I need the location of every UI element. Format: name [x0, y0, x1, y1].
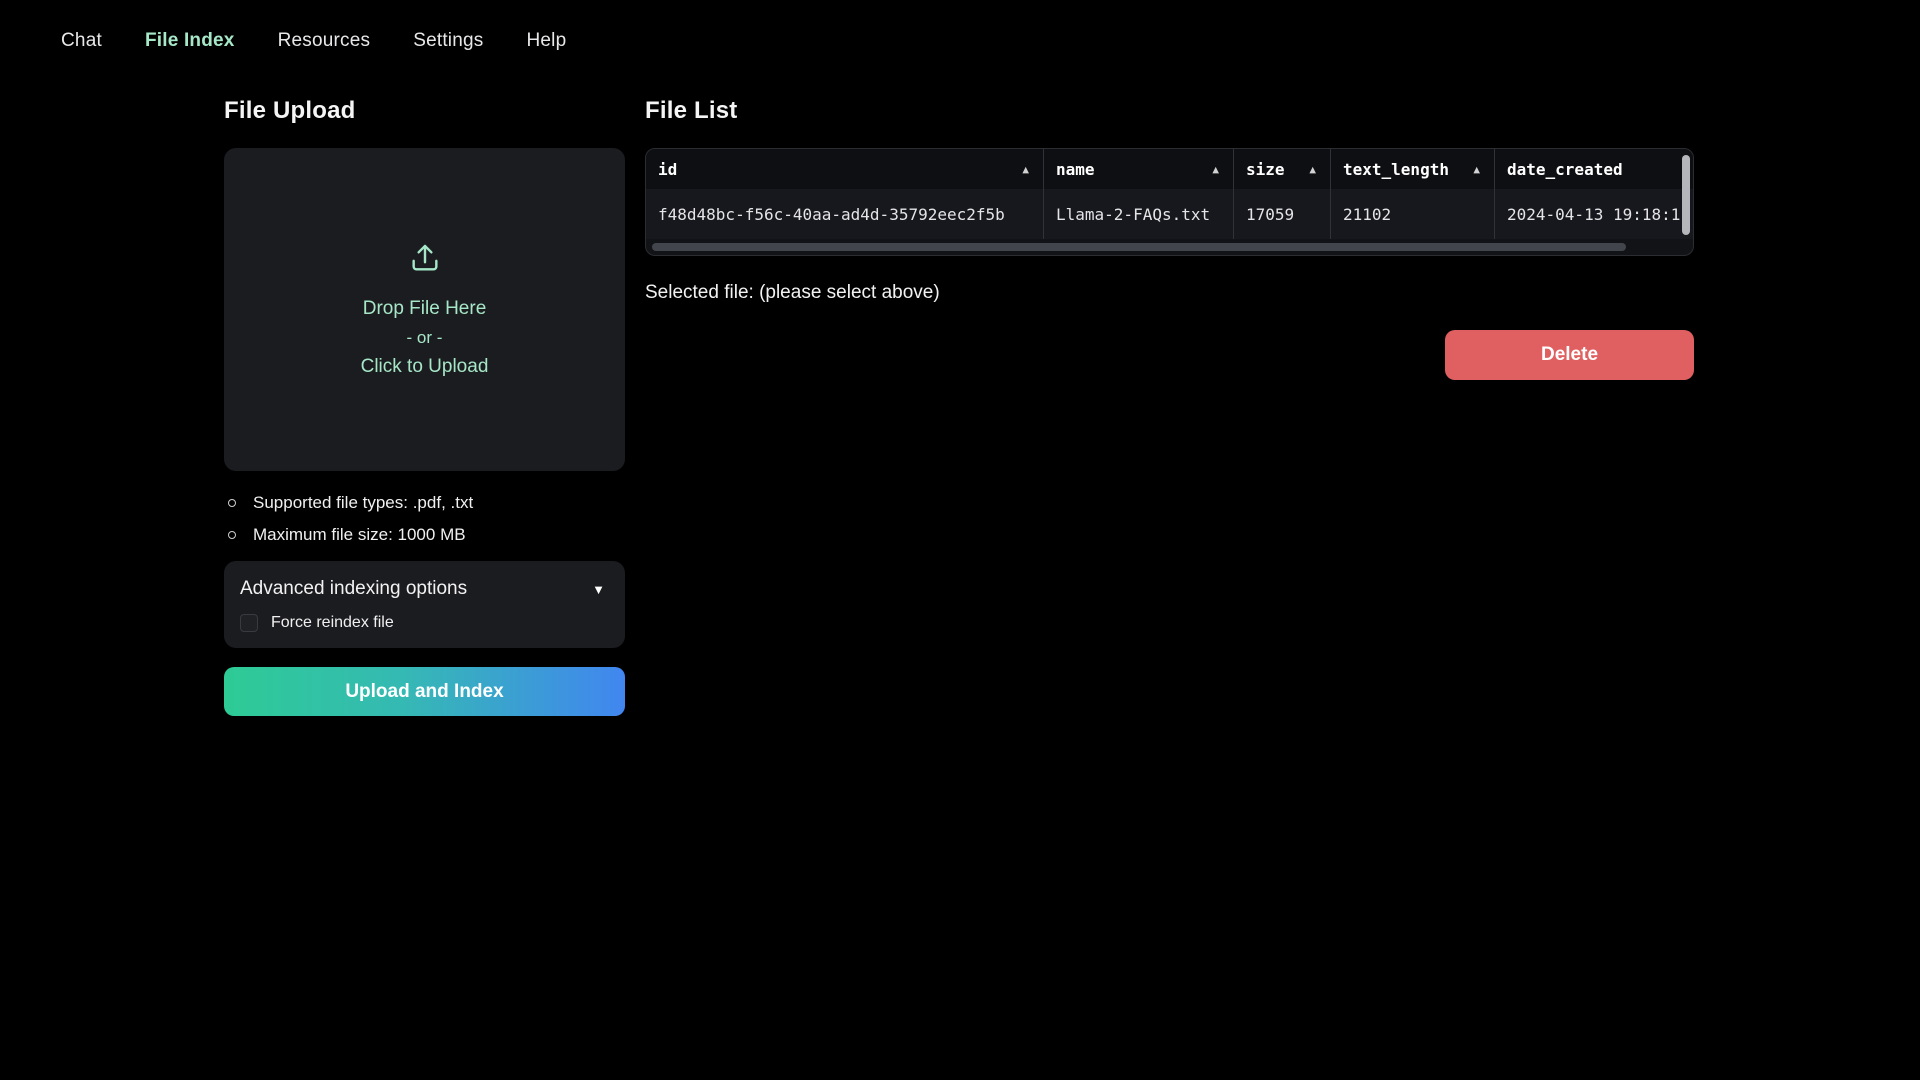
- file-list-panel: File List id ▲ name ▲ size ▲ text_length…: [645, 97, 1694, 380]
- column-header-date-created[interactable]: date_created: [1494, 149, 1693, 189]
- bullet-icon: [228, 499, 236, 507]
- upload-notes: Supported file types: .pdf, .txt Maximum…: [224, 493, 625, 545]
- selected-file-text: Selected file: (please select above): [645, 282, 1694, 304]
- note-supported-types: Supported file types: .pdf, .txt: [224, 493, 625, 513]
- column-label: text_length: [1343, 160, 1449, 179]
- main-content: File Upload Drop File Here - or - Click …: [0, 52, 1920, 716]
- table-row[interactable]: f48d48bc-f56c-40aa-ad4d-35792eec2f5b Lla…: [646, 189, 1693, 239]
- note-text: Supported file types: .pdf, .txt: [253, 493, 473, 513]
- force-reindex-label: Force reindex file: [271, 614, 394, 632]
- tab-file-index[interactable]: File Index: [145, 30, 235, 52]
- chevron-down-icon: ▼: [592, 582, 605, 597]
- cell-date-created: 2024-04-13 19:18:1: [1494, 189, 1693, 239]
- column-header-name[interactable]: name ▲: [1043, 149, 1233, 189]
- column-header-text-length[interactable]: text_length ▲: [1330, 149, 1494, 189]
- sort-asc-icon[interactable]: ▲: [1465, 163, 1480, 176]
- cell-text-length: 21102: [1330, 189, 1494, 239]
- cell-id: f48d48bc-f56c-40aa-ad4d-35792eec2f5b: [646, 189, 1043, 239]
- top-nav: Chat File Index Resources Settings Help: [0, 0, 1920, 52]
- note-max-size: Maximum file size: 1000 MB: [224, 525, 625, 545]
- upload-and-index-button[interactable]: Upload and Index: [224, 667, 625, 716]
- table-header-row: id ▲ name ▲ size ▲ text_length ▲ date_cr…: [646, 149, 1693, 189]
- file-upload-title: File Upload: [224, 97, 625, 125]
- horizontal-scrollbar[interactable]: [652, 243, 1626, 251]
- tab-chat[interactable]: Chat: [61, 30, 102, 52]
- tab-help[interactable]: Help: [526, 30, 566, 52]
- advanced-options-accordion: Advanced indexing options ▼ Force reinde…: [224, 561, 625, 648]
- tab-settings[interactable]: Settings: [413, 30, 483, 52]
- column-label: id: [658, 160, 677, 179]
- sort-asc-icon[interactable]: ▲: [1301, 163, 1316, 176]
- cell-size: 17059: [1233, 189, 1330, 239]
- column-header-id[interactable]: id ▲: [646, 149, 1043, 189]
- upload-icon: [408, 241, 442, 280]
- column-label: name: [1056, 160, 1095, 179]
- file-dropzone[interactable]: Drop File Here - or - Click to Upload: [224, 148, 625, 471]
- file-list-title: File List: [645, 97, 1694, 125]
- tab-resources[interactable]: Resources: [278, 30, 371, 52]
- file-upload-panel: File Upload Drop File Here - or - Click …: [224, 97, 625, 716]
- delete-button[interactable]: Delete: [1445, 330, 1694, 380]
- column-label: date_created: [1507, 160, 1623, 179]
- cell-name: Llama-2-FAQs.txt: [1043, 189, 1233, 239]
- vertical-scrollbar[interactable]: [1682, 155, 1690, 235]
- file-table: id ▲ name ▲ size ▲ text_length ▲ date_cr…: [645, 148, 1694, 256]
- accordion-title: Advanced indexing options: [240, 578, 467, 600]
- or-text: - or -: [407, 328, 443, 348]
- bullet-icon: [228, 531, 236, 539]
- force-reindex-option[interactable]: Force reindex file: [240, 614, 605, 632]
- sort-asc-icon[interactable]: ▲: [1204, 163, 1219, 176]
- click-to-upload-link[interactable]: Click to Upload: [361, 356, 489, 378]
- column-header-size[interactable]: size ▲: [1233, 149, 1330, 189]
- drop-file-here-text: Drop File Here: [363, 298, 487, 320]
- accordion-header[interactable]: Advanced indexing options ▼: [240, 578, 605, 600]
- sort-asc-icon[interactable]: ▲: [1014, 163, 1029, 176]
- column-label: size: [1246, 160, 1285, 179]
- force-reindex-checkbox[interactable]: [240, 614, 258, 632]
- note-text: Maximum file size: 1000 MB: [253, 525, 466, 545]
